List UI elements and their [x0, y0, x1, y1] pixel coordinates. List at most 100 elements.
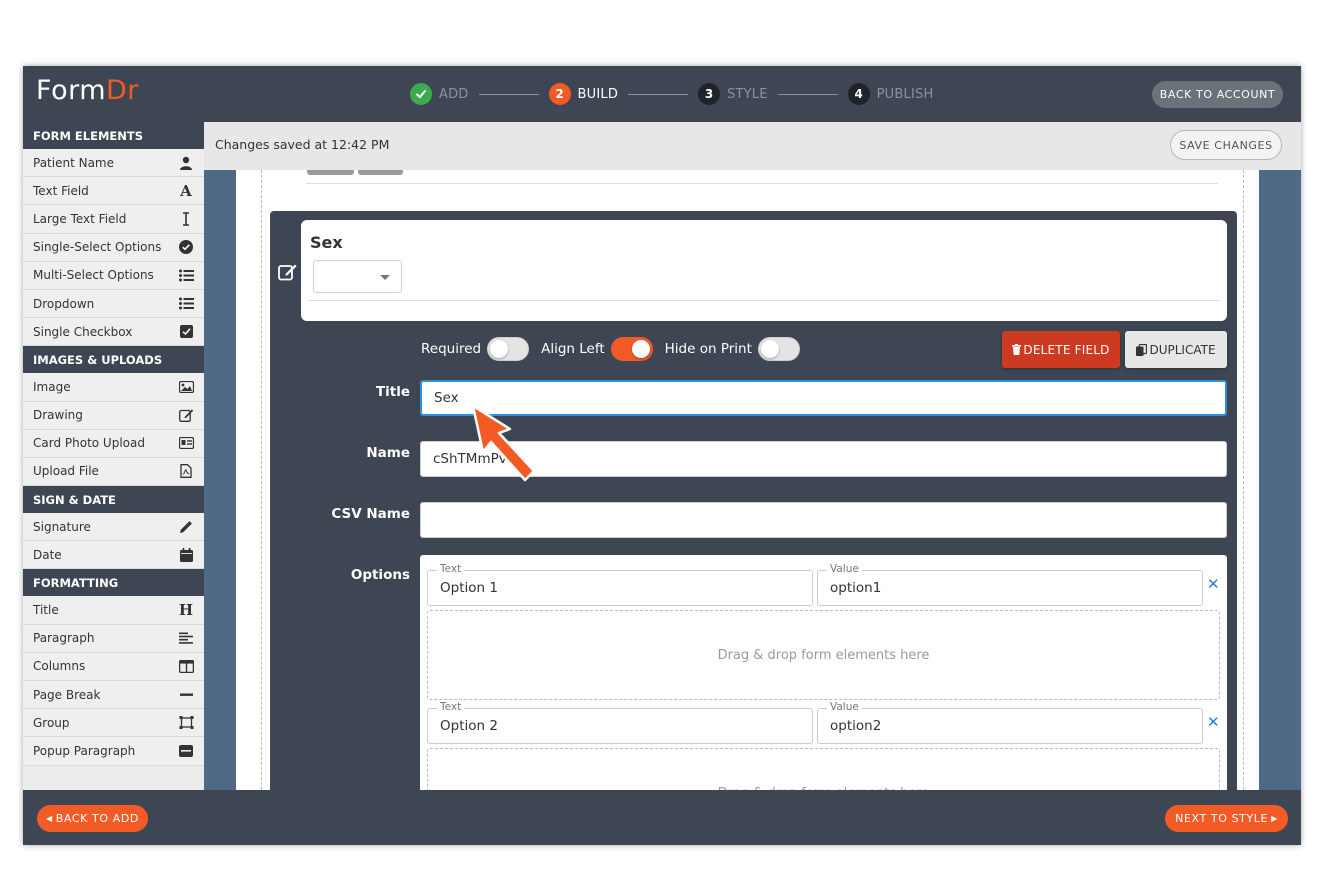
- logo-text: Form: [36, 75, 107, 106]
- delete-field-button[interactable]: DELETE FIELD: [1002, 331, 1120, 368]
- field-preview[interactable]: Sex: [301, 220, 1227, 321]
- option-drop-zone[interactable]: Drag & drop form elements here: [427, 748, 1220, 790]
- name-input[interactable]: cShTMmPv: [420, 441, 1227, 477]
- sidebar-item-text-field[interactable]: Text Field A: [23, 177, 204, 206]
- step-publish[interactable]: 4 PUBLISH: [847, 83, 934, 105]
- text-cursor-icon: [178, 211, 194, 227]
- step-number: 3: [698, 83, 721, 105]
- option-value-input[interactable]: Value option1: [817, 563, 1203, 606]
- formdr-logo[interactable]: FormDr: [36, 75, 139, 106]
- sidebar-item-single-select[interactable]: Single-Select Options: [23, 233, 204, 262]
- sidebar-item-label: Paragraph: [33, 631, 95, 646]
- sidebar-item-label: Group: [33, 715, 70, 730]
- pencil-icon: [178, 519, 194, 535]
- title-input[interactable]: Sex: [420, 380, 1227, 416]
- option-value-input[interactable]: Value option2: [817, 701, 1203, 744]
- sidebar-item-label: Text Field: [33, 183, 89, 198]
- columns-icon: [178, 658, 194, 674]
- sidebar-item-dropdown[interactable]: Dropdown: [23, 289, 204, 319]
- copy-icon: [1136, 343, 1148, 356]
- sidebar-item-multi-select[interactable]: Multi-Select Options: [23, 261, 204, 290]
- person-icon: [178, 155, 194, 171]
- preview-dropdown[interactable]: [313, 260, 402, 293]
- hide-on-print-label: Hide on Print: [664, 341, 752, 357]
- sidebar-item-label: Drawing: [33, 408, 83, 423]
- save-status-bar: Changes saved at 12:42 PM SAVE CHANGES: [204, 122, 1301, 170]
- sidebar-item-patient-name[interactable]: Patient Name: [23, 149, 204, 178]
- option-value-caption: Value: [827, 701, 862, 713]
- title-label: Title: [375, 384, 410, 400]
- sidebar-item-columns[interactable]: Columns: [23, 652, 204, 681]
- sidebar-item-image[interactable]: Image: [23, 373, 204, 402]
- sidebar-item-popup-paragraph[interactable]: Popup Paragraph: [23, 737, 204, 766]
- sidebar-item-label: Image: [33, 379, 71, 394]
- list-icon: [178, 296, 194, 312]
- hide-on-print-toggle[interactable]: [757, 337, 800, 361]
- section-sign-date: SIGN & DATE: [23, 486, 204, 514]
- step-number: 4: [847, 83, 870, 105]
- step-add[interactable]: ADD: [410, 83, 469, 105]
- option-value-value: option2: [830, 718, 882, 734]
- step-label: PUBLISH: [876, 86, 934, 102]
- sidebar-item-date[interactable]: Date: [23, 541, 204, 570]
- back-to-add-button[interactable]: ◀ BACK TO ADD: [37, 805, 148, 832]
- checkbox-icon: [178, 324, 194, 340]
- required-toggle[interactable]: [487, 337, 530, 361]
- sidebar-item-page-break[interactable]: Page Break: [23, 681, 204, 710]
- divider: [306, 183, 1218, 184]
- sidebar-item-label: Page Break: [33, 687, 101, 702]
- sidebar-item-label: Date: [33, 547, 62, 562]
- step-label: ADD: [439, 86, 469, 102]
- sidebar-item-large-text-field[interactable]: Large Text Field: [23, 205, 204, 234]
- align-left-label: Align Left: [541, 341, 605, 357]
- sidebar-item-drawing[interactable]: Drawing: [23, 401, 204, 430]
- sidebar-item-paragraph[interactable]: Paragraph: [23, 624, 204, 653]
- top-bar: FormDr ADD 2 BUILD 3 STYLE 4 PUBLISH BAC…: [23, 66, 1301, 122]
- options-label: Options: [350, 567, 410, 583]
- align-left-toggle[interactable]: [610, 337, 653, 361]
- minus-icon: [178, 687, 194, 703]
- toggle-knob: [760, 340, 779, 358]
- sidebar-item-signature[interactable]: Signature: [23, 513, 204, 542]
- remove-option-icon[interactable]: ✕: [1207, 713, 1220, 731]
- step-connector: [478, 93, 539, 95]
- sidebar-item-label: Columns: [33, 659, 86, 674]
- popup-icon: [178, 743, 194, 759]
- sidebar-item-label: Upload File: [33, 464, 99, 479]
- option-text-input[interactable]: Text Option 1: [427, 563, 813, 606]
- back-to-account-button[interactable]: BACK TO ACCOUNT: [1152, 81, 1283, 108]
- pdf-file-icon: [178, 463, 194, 479]
- field-action-button[interactable]: [307, 170, 354, 175]
- duplicate-button[interactable]: DUPLICATE: [1125, 331, 1227, 368]
- save-changes-button[interactable]: SAVE CHANGES: [1170, 130, 1282, 160]
- step-style[interactable]: 3 STYLE: [698, 83, 768, 105]
- save-status-text: Changes saved at 12:42 PM: [215, 137, 390, 152]
- toggle-knob: [490, 340, 509, 358]
- caret-down-icon: [380, 275, 390, 280]
- option-text-input[interactable]: Text Option 2: [427, 701, 813, 744]
- next-to-style-button[interactable]: NEXT TO STYLE ▶: [1165, 805, 1288, 832]
- next-to-style-label: NEXT TO STYLE: [1175, 812, 1269, 825]
- sidebar-item-label: Patient Name: [33, 155, 114, 170]
- sidebar-item-title[interactable]: Title H: [23, 596, 204, 625]
- step-build[interactable]: 2 BUILD: [548, 83, 619, 105]
- edit-icon[interactable]: [278, 262, 298, 282]
- field-action-button[interactable]: [358, 170, 403, 175]
- sidebar-item-upload-file[interactable]: Upload File: [23, 457, 204, 487]
- sidebar-item-label: Popup Paragraph: [33, 743, 136, 758]
- wizard-steps: ADD 2 BUILD 3 STYLE 4 PUBLISH: [410, 83, 933, 105]
- sidebar-item-group[interactable]: Group: [23, 709, 204, 738]
- calendar-icon: [178, 547, 194, 563]
- csv-name-input[interactable]: [420, 502, 1227, 538]
- sidebar-item-single-checkbox[interactable]: Single Checkbox: [23, 318, 204, 347]
- step-number: 2: [548, 83, 571, 105]
- app-window: FormDr ADD 2 BUILD 3 STYLE 4 PUBLISH BAC…: [23, 66, 1301, 845]
- remove-option-icon[interactable]: ✕: [1207, 575, 1220, 593]
- sidebar-item-label: Dropdown: [33, 296, 95, 311]
- form-elements-sidebar: FORM ELEMENTS Patient Name Text Field A L…: [23, 122, 204, 790]
- option-drop-zone[interactable]: Drag & drop form elements here: [427, 610, 1220, 700]
- edit-icon: [178, 407, 194, 423]
- sidebar-item-card-photo-upload[interactable]: Card Photo Upload: [23, 429, 204, 458]
- sidebar-item-label: Signature: [33, 519, 91, 534]
- section-form-elements: FORM ELEMENTS: [23, 122, 204, 149]
